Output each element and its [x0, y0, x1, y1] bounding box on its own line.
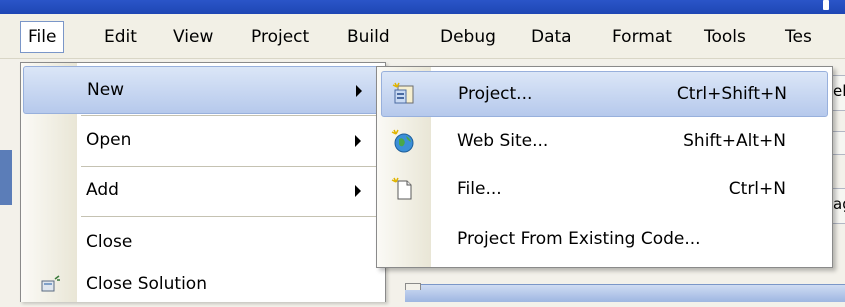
- file-menu-item-close-solution[interactable]: Close Solution: [23, 261, 381, 307]
- background-text-fragment: el: [832, 75, 845, 111]
- file-menu-dropdown: New Open Add Close Close Solution: [20, 62, 386, 302]
- menu-data[interactable]: Data: [524, 22, 579, 52]
- menu-item-label: Project...: [458, 84, 533, 104]
- menu-separator: [81, 216, 378, 217]
- menu-item-label: New: [87, 80, 125, 100]
- menu-project[interactable]: Project: [244, 22, 316, 52]
- submenu-arrow-icon: [355, 185, 361, 197]
- menu-item-label: File...: [457, 179, 502, 199]
- menu-item-shortcut: Ctrl+Shift+N: [676, 84, 787, 104]
- menu-item-shortcut: Shift+Alt+N: [683, 131, 786, 151]
- new-file-icon: [391, 177, 412, 200]
- menu-item-label: Add: [86, 180, 119, 200]
- submenu-arrow-icon: [355, 135, 361, 147]
- new-project-icon: [392, 82, 414, 104]
- menu-test[interactable]: Tes: [778, 22, 819, 52]
- file-menu-item-open[interactable]: Open: [23, 117, 381, 163]
- web-site-icon: [391, 129, 414, 153]
- menu-item-label: Web Site...: [457, 131, 549, 151]
- menu-item-label: Close: [86, 232, 133, 252]
- menu-item-shortcut: Ctrl+N: [728, 179, 786, 199]
- menu-debug[interactable]: Debug: [433, 22, 503, 52]
- background-text-fragment: ag: [832, 188, 845, 224]
- menu-item-label: Open: [86, 130, 132, 150]
- menu-build[interactable]: Build: [340, 22, 397, 52]
- file-menu-item-new[interactable]: New: [23, 66, 383, 114]
- new-menu-item-web-site[interactable]: Web Site... Shift+Alt+N: [381, 119, 826, 163]
- menu-edit[interactable]: Edit: [97, 22, 144, 52]
- background-tab-stub: [405, 283, 421, 290]
- file-menu-item-add[interactable]: Add: [23, 167, 381, 213]
- menu-item-label: Project From Existing Code...: [457, 229, 701, 249]
- background-panel-edge: [0, 150, 12, 205]
- close-solution-icon: [41, 275, 60, 292]
- title-bar-glyph: [823, 0, 829, 10]
- new-menu-item-file[interactable]: File... Ctrl+N: [381, 167, 826, 211]
- menu-bar: File Edit View Project Build Debug Data …: [0, 14, 845, 59]
- new-menu-item-project-from-existing-code[interactable]: Project From Existing Code...: [381, 217, 826, 261]
- background-button-fragment: [832, 131, 845, 155]
- new-menu-item-project[interactable]: Project... Ctrl+Shift+N: [381, 71, 828, 117]
- menu-file[interactable]: File: [20, 21, 65, 53]
- file-menu-item-close[interactable]: Close: [23, 219, 381, 265]
- title-bar-strip: [0, 0, 845, 14]
- submenu-arrow-icon: [356, 85, 362, 97]
- menu-separator: [81, 115, 378, 116]
- background-document-tab-strip: [405, 283, 845, 302]
- menu-tools[interactable]: Tools: [697, 22, 753, 52]
- menu-format[interactable]: Format: [605, 22, 679, 52]
- new-submenu-dropdown: Project... Ctrl+Shift+N Web Site... Shif…: [376, 66, 833, 268]
- background-toolbar-edge: el ag: [832, 62, 845, 284]
- menu-item-label: Close Solution: [86, 274, 207, 294]
- menu-view[interactable]: View: [166, 22, 220, 52]
